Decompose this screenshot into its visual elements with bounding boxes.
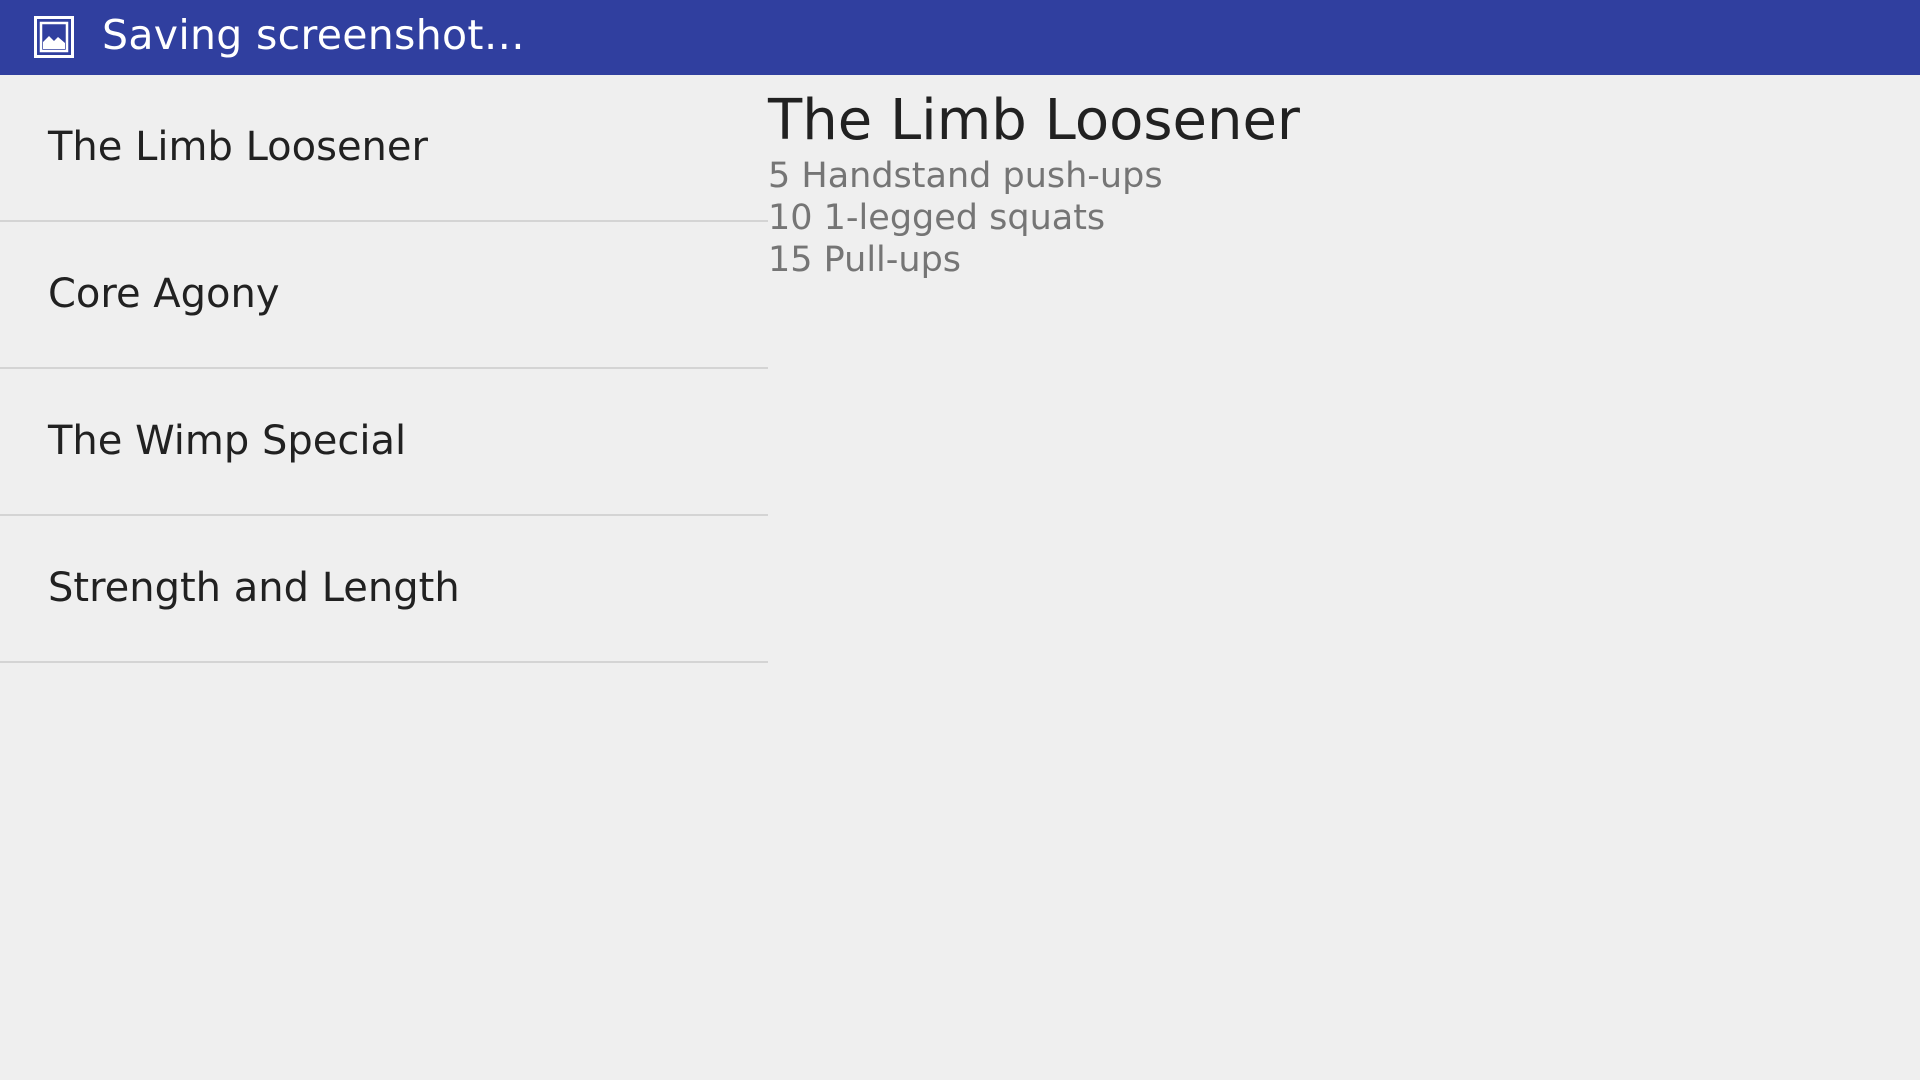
notification-bar[interactable]: Saving screenshot… bbox=[0, 0, 1920, 75]
exercise-item: 5 Handstand push-ups bbox=[768, 156, 1163, 196]
workout-list-item[interactable]: Core Agony bbox=[0, 222, 768, 369]
screenshot-icon bbox=[34, 16, 74, 58]
exercise-list: 5 Handstand push-ups 10 1-legged squats … bbox=[768, 155, 1163, 281]
workout-name: Strength and Length bbox=[48, 565, 460, 611]
notification-text: Saving screenshot… bbox=[102, 11, 526, 59]
workout-name: Core Agony bbox=[48, 271, 280, 317]
workout-list: The Limb Loosener Core Agony The Wimp Sp… bbox=[0, 75, 768, 663]
exercise-item: 10 1-legged squats bbox=[768, 198, 1106, 238]
workout-list-item[interactable]: The Limb Loosener bbox=[0, 75, 768, 222]
workout-name: The Wimp Special bbox=[48, 418, 407, 464]
workout-list-item[interactable]: The Wimp Special bbox=[0, 369, 768, 516]
workout-name: The Limb Loosener bbox=[48, 124, 428, 170]
detail-title: The Limb Loosener bbox=[768, 88, 1300, 153]
exercise-item: 15 Pull-ups bbox=[768, 240, 962, 280]
workout-list-item[interactable]: Strength and Length bbox=[0, 516, 768, 663]
